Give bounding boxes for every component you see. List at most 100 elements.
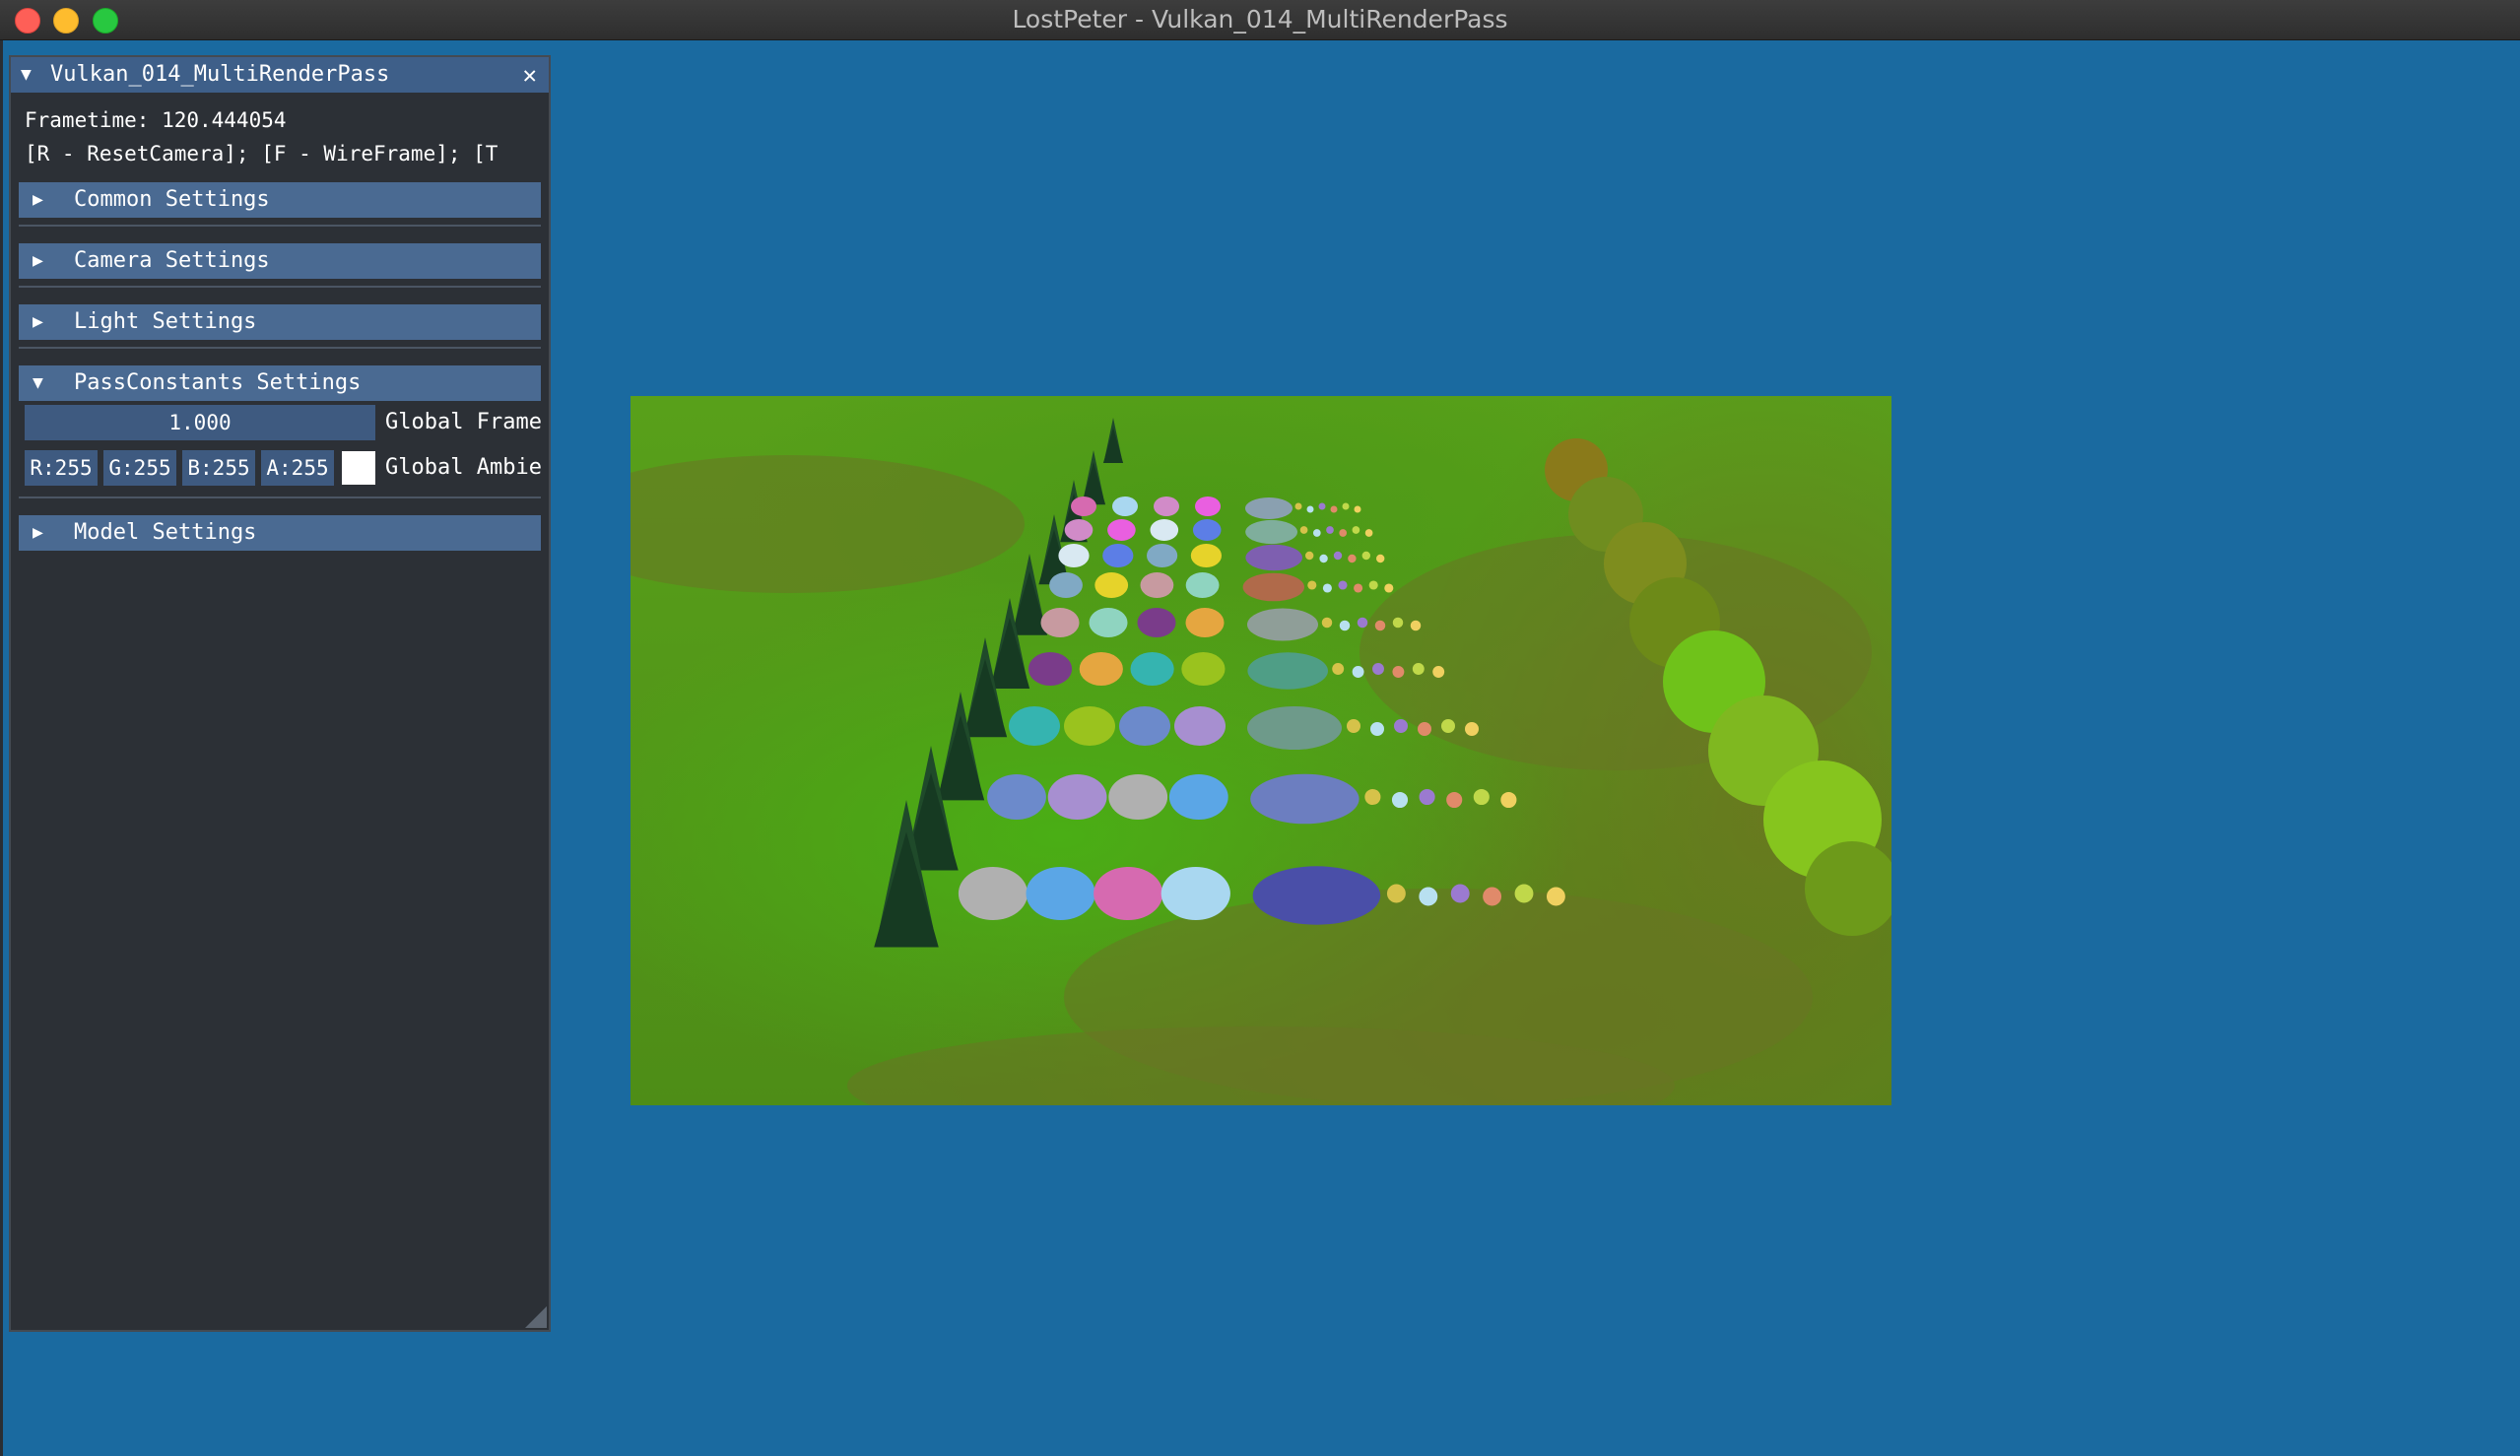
header-label: Model Settings [74,520,257,545]
flower [1410,620,1422,631]
flower [1465,722,1479,736]
plant [958,867,1028,920]
flower [1473,788,1490,806]
global-frame-label: Global Frame [385,410,542,434]
rock [1245,544,1302,571]
separator [19,347,541,349]
plant [1094,867,1163,920]
flower [1386,884,1406,903]
panel-title-bar[interactable]: ▼ Vulkan_014_MultiRenderPass ✕ [11,57,549,93]
flower [1299,526,1308,534]
header-light-settings[interactable]: ▶ Light Settings [19,304,541,340]
plant [1192,519,1222,541]
plant [1147,544,1178,567]
global-frame-slider[interactable]: 1.000 [25,405,375,440]
header-camera-settings[interactable]: ▶ Camera Settings [19,243,541,279]
expand-icon: ▶ [33,522,43,543]
flower [1370,722,1384,736]
flower [1384,583,1394,593]
flower [1339,620,1351,631]
ambient-a-field[interactable]: A:255 [261,450,334,486]
ambient-color-swatch[interactable] [342,451,375,485]
flower [1441,719,1455,733]
flower [1312,529,1321,537]
plant [1154,496,1179,516]
rock [1245,497,1293,519]
rock [1242,572,1304,602]
ambient-b-field[interactable]: B:255 [182,450,255,486]
flower [1333,551,1343,561]
flower [1307,580,1317,590]
shortcuts-text: [R - ResetCamera]; [F - WireFrame]; [T [25,142,498,165]
ambient-r-field[interactable]: R:255 [25,450,98,486]
flower [1348,554,1357,563]
plant [1049,572,1083,598]
global-ambient-label: Global Ambie [385,455,542,480]
flower [1446,791,1463,809]
plant [1064,519,1094,541]
flower [1339,529,1348,537]
rock [1252,866,1381,925]
plant [1130,652,1174,686]
flower [1294,502,1302,510]
flower [1330,505,1338,513]
render-viewport[interactable] [630,396,1891,1105]
flower [1347,719,1360,733]
close-icon[interactable]: ✕ [523,57,537,93]
scene-render [630,418,1891,1105]
flower [1419,887,1438,906]
flower [1368,580,1378,590]
flower [1332,663,1345,675]
title-bar: LostPeter - Vulkan_014_MultiRenderPass [0,0,2520,40]
plant [987,774,1046,820]
flower [1321,617,1333,629]
plant [1185,608,1225,637]
expand-icon: ▶ [33,250,43,271]
plant [1168,774,1228,820]
resize-grip-icon[interactable] [525,1306,547,1328]
plant [1161,867,1230,920]
plant [1181,652,1226,686]
ambient-g-field[interactable]: G:255 [103,450,176,486]
flower [1352,526,1360,534]
plant [1195,496,1221,516]
plant [1150,519,1179,541]
header-model-settings[interactable]: ▶ Model Settings [19,515,541,551]
panel-title: Vulkan_014_MultiRenderPass [50,62,390,87]
flower [1392,666,1405,678]
collapse-icon: ▼ [33,372,43,393]
flower [1419,788,1435,806]
flower [1412,663,1425,675]
flower [1391,791,1409,809]
separator [19,225,541,227]
header-common-settings[interactable]: ▶ Common Settings [19,182,541,218]
header-label: Camera Settings [74,248,270,273]
flower [1372,663,1384,675]
flower [1357,617,1368,629]
flower [1318,502,1326,510]
collapse-icon[interactable]: ▼ [21,57,32,93]
header-passconstants-settings[interactable]: ▼ PassConstants Settings [19,365,541,401]
flower [1338,580,1348,590]
separator [19,286,541,288]
plant [1058,544,1090,567]
rock [1247,706,1342,750]
plant [1108,774,1168,820]
header-label: PassConstants Settings [74,370,362,395]
rock [1247,608,1318,641]
plant [1026,867,1095,920]
flower [1514,884,1534,903]
expand-icon: ▶ [33,311,43,332]
left-edge [0,40,3,1456]
window-title: LostPeter - Vulkan_014_MultiRenderPass [1012,5,1508,33]
flower [1306,505,1314,513]
plant [1137,608,1176,637]
flower [1394,719,1408,733]
flower [1319,554,1328,563]
flower [1354,505,1361,513]
flower [1450,884,1470,903]
plant [1071,496,1096,516]
plant [1107,519,1136,541]
plant [1112,496,1138,516]
flower [1322,583,1332,593]
